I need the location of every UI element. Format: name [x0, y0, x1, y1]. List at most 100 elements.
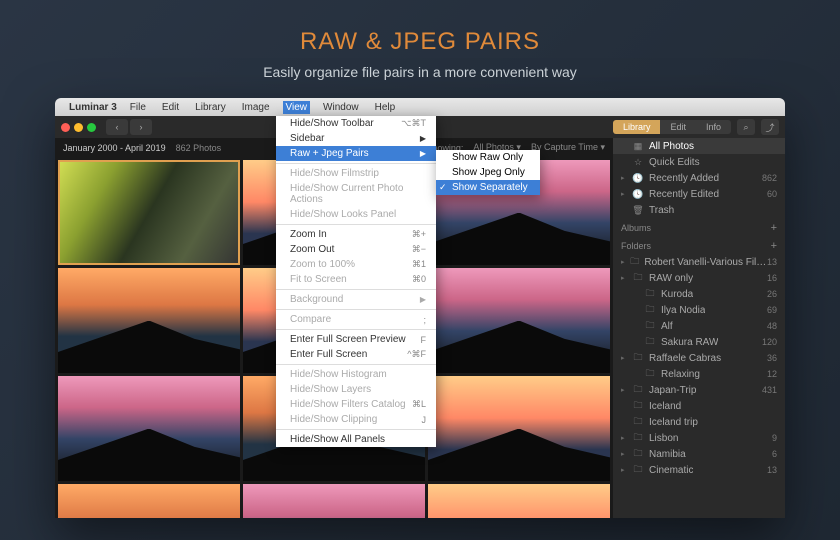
folder-icon: 🗀	[631, 446, 645, 462]
window-controls	[61, 123, 96, 132]
folder-icon: 🗀	[631, 414, 645, 430]
folder-icon: 🗀	[643, 302, 657, 318]
folder-icon: 🗀	[631, 270, 645, 286]
menu-item[interactable]: Sidebar▶	[276, 131, 436, 146]
menu-item: Compare;	[276, 312, 436, 327]
mode-segments: LibraryEditInfo	[613, 120, 731, 134]
raw-jpeg-submenu: Show Raw OnlyShow Jpeg Only✓Show Separat…	[436, 150, 540, 195]
photo-thumbnail[interactable]	[428, 376, 610, 481]
segment-library[interactable]: Library	[613, 120, 661, 134]
submenu-item[interactable]: Show Raw Only	[436, 150, 540, 165]
folder-icon: 🗀	[643, 366, 657, 382]
menu-item: Hide/Show ClippingJ	[276, 412, 436, 427]
photo-count: 862 Photos	[176, 143, 222, 153]
promo-title: RAW & JPEG PAIRS	[0, 28, 840, 56]
sidebar-item[interactable]: ▸🗀Cinematic13	[613, 462, 785, 478]
close-icon[interactable]	[61, 123, 70, 132]
folder-icon: 🗀	[631, 382, 645, 398]
sidebar-item[interactable]: 🗀Iceland	[613, 398, 785, 414]
menu-item[interactable]: Zoom Out⌘−	[276, 242, 436, 257]
sidebar-item[interactable]: 🗑Trash	[613, 202, 785, 218]
menu-item[interactable]: Hide/Show All Panels	[276, 432, 436, 447]
segment-info[interactable]: Info	[696, 120, 731, 134]
folder-icon: 🗀	[631, 430, 645, 446]
sidebar-item[interactable]: 🗀Ilya Nodia69	[613, 302, 785, 318]
sort-dropdown[interactable]: By Capture Time ▾	[531, 142, 605, 153]
sidebar-item[interactable]: ▸🗀Raffaele Cabras36	[613, 350, 785, 366]
folder-icon: 🗀	[643, 334, 657, 350]
sidebar-item[interactable]: 🗀Sakura RAW120	[613, 334, 785, 350]
menu-item: Hide/Show Layers	[276, 382, 436, 397]
date-range: January 2000 - April 2019	[63, 143, 166, 153]
back-button[interactable]: ‹	[106, 119, 128, 135]
forward-button[interactable]: ›	[130, 119, 152, 135]
folder-icon: 🕓	[631, 173, 645, 184]
minimize-icon[interactable]	[74, 123, 83, 132]
menu-library[interactable]: Library	[192, 101, 229, 114]
menu-file[interactable]: File	[127, 101, 149, 114]
menu-window[interactable]: Window	[320, 101, 362, 114]
folder-icon: 🗀	[643, 318, 657, 334]
sidebar-item[interactable]: 🗀Kuroda26	[613, 286, 785, 302]
menu-item: Zoom to 100%⌘1	[276, 257, 436, 272]
photo-thumbnail[interactable]	[58, 376, 240, 481]
photo-thumbnail[interactable]	[58, 160, 240, 265]
folder-icon: 🕓	[631, 189, 645, 200]
folder-icon: 🗀	[631, 462, 645, 478]
photo-thumbnail[interactable]	[58, 268, 240, 373]
sidebar-item[interactable]: ▸🗀Robert Vanelli-Various Files-Out…13	[613, 254, 785, 270]
menu-image[interactable]: Image	[239, 101, 273, 114]
search-icon[interactable]: ⌕	[737, 119, 755, 135]
menu-item[interactable]: Zoom In⌘+	[276, 227, 436, 242]
menu-view[interactable]: View	[283, 101, 311, 114]
sidebar-item[interactable]: ▸🗀Lisbon9	[613, 430, 785, 446]
share-icon[interactable]: ⤴	[761, 119, 779, 135]
app-window: Luminar 3 FileEditLibraryImageViewWindow…	[55, 98, 785, 518]
photo-thumbnail[interactable]	[428, 268, 610, 373]
menu-item: Hide/Show Looks Panel	[276, 207, 436, 222]
menubar: Luminar 3 FileEditLibraryImageViewWindow…	[55, 98, 785, 116]
sidebar-item[interactable]: ▸🕓Recently Edited60	[613, 186, 785, 202]
folder-icon: 🗀	[631, 398, 645, 414]
folder-icon: 🗀	[643, 286, 657, 302]
sidebar-section-header: Folders+	[613, 236, 785, 254]
sidebar-item[interactable]: ☆Quick Edits	[613, 154, 785, 170]
submenu-item[interactable]: ✓Show Separately	[436, 180, 540, 195]
photo-thumbnail[interactable]	[243, 484, 425, 518]
photo-thumbnail[interactable]	[428, 484, 610, 518]
sidebar-item[interactable]: 🗀Alf48	[613, 318, 785, 334]
sidebar-item[interactable]: ▸🕓Recently Added862	[613, 170, 785, 186]
menu-item: Hide/Show Filters Catalog⌘L	[276, 397, 436, 412]
folder-icon: 🗀	[631, 350, 645, 366]
menu-item: Fit to Screen⌘0	[276, 272, 436, 287]
segment-edit[interactable]: Edit	[660, 120, 696, 134]
sidebar-item[interactable]: 🗀Iceland trip	[613, 414, 785, 430]
sidebar-item[interactable]: ▸🗀Namibia6	[613, 446, 785, 462]
menu-item: Hide/Show Current Photo Actions	[276, 181, 436, 207]
promo-subtitle: Easily organize file pairs in a more con…	[0, 64, 840, 80]
photo-thumbnail[interactable]	[58, 484, 240, 518]
sidebar-item[interactable]: ▸🗀RAW only16	[613, 270, 785, 286]
menu-item[interactable]: Raw + Jpeg Pairs▶	[276, 146, 436, 161]
zoom-icon[interactable]	[87, 123, 96, 132]
sidebar-section-header: Albums+	[613, 218, 785, 236]
add-icon[interactable]: +	[771, 222, 777, 234]
folder-icon: ▦	[631, 141, 645, 152]
folder-icon: ☆	[631, 157, 645, 168]
folder-icon: 🗑	[631, 205, 645, 216]
menu-item[interactable]: Enter Full Screen^⌘F	[276, 347, 436, 362]
menu-item: Hide/Show Filmstrip	[276, 166, 436, 181]
menu-item[interactable]: Enter Full Screen PreviewF	[276, 332, 436, 347]
add-icon[interactable]: +	[771, 240, 777, 252]
menu-item[interactable]: Hide/Show Toolbar⌥⌘T	[276, 116, 436, 131]
menu-edit[interactable]: Edit	[159, 101, 182, 114]
menu-item: Hide/Show Histogram	[276, 367, 436, 382]
sidebar-item[interactable]: ▸🗀Japan-Trip431	[613, 382, 785, 398]
menu-help[interactable]: Help	[372, 101, 399, 114]
sidebar-item[interactable]: ▦All Photos	[613, 138, 785, 154]
sidebar: ▦All Photos☆Quick Edits▸🕓Recently Added8…	[613, 138, 785, 518]
menu-item: Background▶	[276, 292, 436, 307]
sidebar-item[interactable]: 🗀Relaxing12	[613, 366, 785, 382]
submenu-item[interactable]: Show Jpeg Only	[436, 165, 540, 180]
view-menu-dropdown: Hide/Show Toolbar⌥⌘TSidebar▶Raw + Jpeg P…	[276, 116, 436, 447]
